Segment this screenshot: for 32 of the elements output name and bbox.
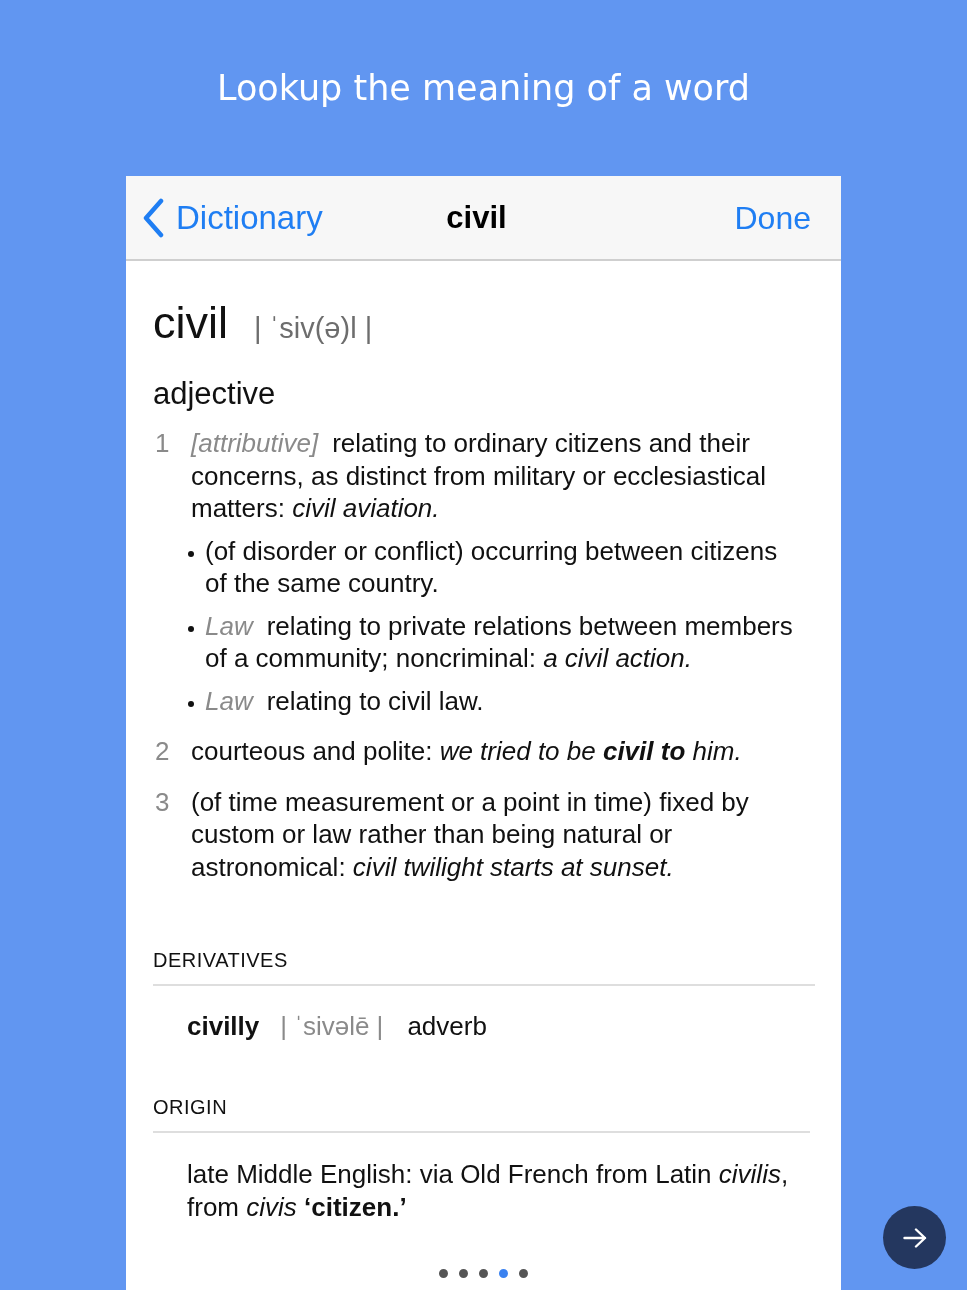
page-dot[interactable] <box>499 1269 508 1278</box>
page-dot[interactable] <box>459 1269 468 1278</box>
pronunciation-text: | ˈsiv(ə)l | <box>254 311 373 346</box>
definition-text: [attributive] relating to ordinary citizens and their concerns, as distinct from military or ecclesiastical matters: civil aviation. <box>191 427 768 525</box>
bullet-icon <box>188 625 194 632</box>
sense-number: 3 <box>154 785 171 819</box>
done-button[interactable]: Done <box>734 197 811 238</box>
nav-title: civil <box>446 199 507 236</box>
pronunciation-text: | ˈsivəlē | <box>280 1010 384 1042</box>
arrow-right-icon <box>902 1227 927 1248</box>
page-dot[interactable] <box>439 1269 448 1278</box>
chevron-left-icon <box>142 197 164 238</box>
headword: civil <box>153 296 228 350</box>
page-dot[interactable] <box>519 1269 528 1278</box>
definition-text: (of disorder or conflict) occurring between citizens of the same country. <box>205 534 779 600</box>
sense-number: 2 <box>154 735 171 768</box>
section-heading: ORIGIN <box>153 1095 810 1133</box>
page-dot[interactable] <box>479 1269 488 1278</box>
page-title: Lookup the meaning of a word <box>217 67 750 110</box>
bullet-icon <box>188 550 194 557</box>
bullet-icon <box>188 700 194 707</box>
definition-text: Law relating to private relations between members of a community; noncriminal: a civil action. <box>205 609 794 675</box>
definition-text: (of time measurement or a point in time) fixed by custom or law rather than being natural or astronomical: civil twilight starts at sunset. <box>191 785 750 883</box>
sense-number: 1 <box>154 427 171 460</box>
derivative-word: civilly <box>187 1010 260 1042</box>
definition-text: courteous and polite: we tried to be civil to him. <box>191 735 743 768</box>
origin-text: late Middle English: via Old French from Latin civilis, from civis ‘citizen.’ <box>186 1158 790 1223</box>
section-heading: DERIVATIVES <box>153 948 815 986</box>
part-of-speech: adverb <box>407 1010 487 1042</box>
definition-text: Law relating to civil law. <box>205 684 484 717</box>
part-of-speech: adjective <box>153 375 277 413</box>
back-button[interactable]: Dictionary <box>142 197 323 238</box>
